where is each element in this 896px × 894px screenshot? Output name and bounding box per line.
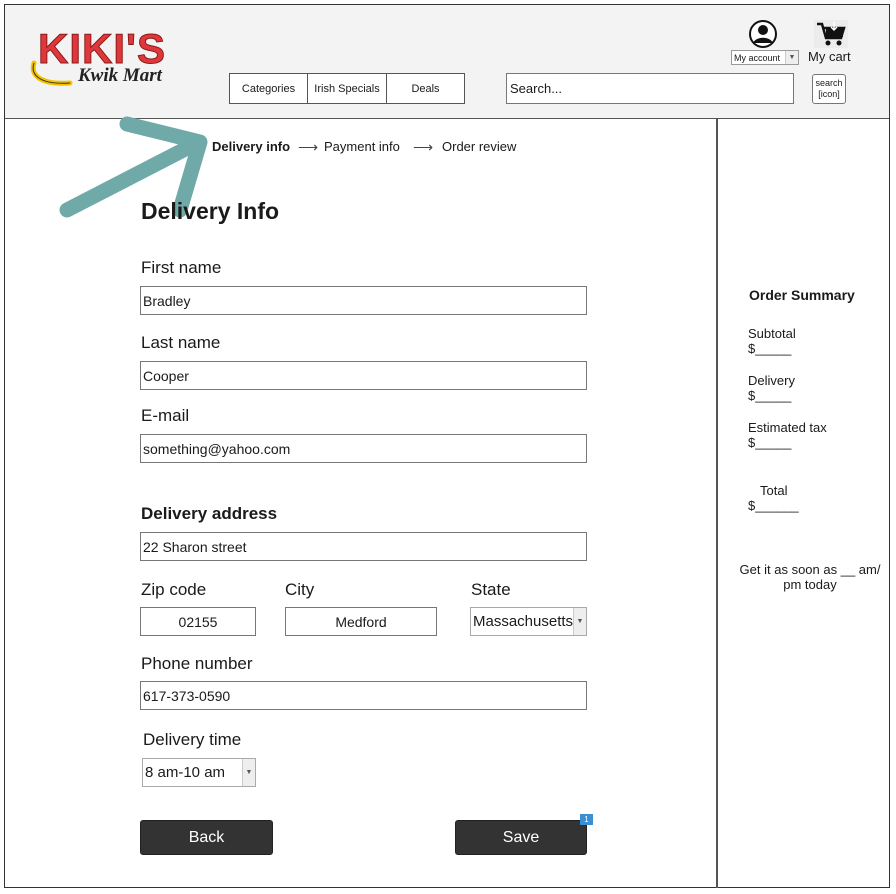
nav-deals[interactable]: Deals bbox=[386, 73, 465, 104]
logo[interactable]: KIKI'S bbox=[37, 27, 166, 70]
tax-value: $_____ bbox=[748, 435, 792, 450]
delivery-fee-value: $_____ bbox=[748, 388, 792, 403]
email-label: E-mail bbox=[141, 406, 190, 425]
total-label: Total bbox=[760, 483, 788, 498]
account-label: My account bbox=[734, 52, 781, 63]
city-label: City bbox=[285, 580, 315, 599]
tax-label: Estimated tax bbox=[748, 420, 827, 435]
page-title: Delivery Info bbox=[141, 198, 280, 224]
delivery-time-label: Delivery time bbox=[143, 730, 242, 749]
search-button[interactable]: search [icon] bbox=[812, 74, 846, 104]
chevron-down-icon: ▼ bbox=[573, 608, 586, 635]
zip-label: Zip code bbox=[141, 580, 207, 599]
search-input[interactable]: Search... bbox=[506, 73, 794, 104]
delivery-time-select[interactable]: 8 am-10 am ▼ bbox=[142, 758, 256, 787]
state-select[interactable]: Massachusetts ▼ bbox=[470, 607, 587, 636]
search-button-label: search bbox=[815, 78, 843, 88]
subtotal-value: $_____ bbox=[748, 341, 792, 356]
subtotal-label: Subtotal bbox=[748, 326, 796, 341]
delivery-address-label: Delivery address bbox=[141, 504, 278, 523]
save-button[interactable]: Save bbox=[455, 820, 587, 855]
arrow-right-icon: ⟶ bbox=[413, 139, 434, 155]
step-order-review[interactable]: Order review bbox=[442, 139, 516, 154]
first-name-field[interactable]: Bradley bbox=[140, 286, 587, 315]
eta-line-2: pm today bbox=[783, 577, 837, 592]
delivery-eta: Get it as soon as __ am/ pm today bbox=[730, 562, 890, 592]
account-icon[interactable] bbox=[748, 20, 778, 49]
delivery-fee-label: Delivery bbox=[748, 373, 795, 388]
delivery-time-value: 8 am-10 am bbox=[145, 764, 226, 781]
chevron-down-icon: ▼ bbox=[785, 51, 798, 64]
email-field[interactable]: something@yahoo.com bbox=[140, 434, 587, 463]
search-button-icon-label: [icon] bbox=[818, 89, 840, 99]
last-name-label: Last name bbox=[141, 333, 221, 352]
zip-field[interactable]: 02155 bbox=[140, 607, 256, 636]
sidebar-divider bbox=[716, 118, 718, 888]
eta-line-1: Get it as soon as __ am/ bbox=[739, 562, 881, 577]
logo-tagline: Kwik Mart bbox=[78, 65, 162, 86]
arrow-right-icon: ⟶ bbox=[298, 139, 319, 155]
total-value: $______ bbox=[748, 498, 799, 513]
step-delivery-info[interactable]: Delivery info bbox=[212, 139, 290, 154]
search-placeholder: Search... bbox=[510, 81, 563, 96]
chevron-down-icon: ▼ bbox=[242, 759, 255, 786]
cart-icon[interactable] bbox=[814, 20, 848, 48]
city-field[interactable]: Medford bbox=[285, 607, 437, 636]
phone-field[interactable]: 617-373-0590 bbox=[140, 681, 587, 710]
last-name-field[interactable]: Cooper bbox=[140, 361, 587, 390]
state-label: State bbox=[471, 580, 511, 599]
nav-irish-specials[interactable]: Irish Specials bbox=[307, 73, 387, 104]
address-field[interactable]: 22 Sharon street bbox=[140, 532, 587, 561]
nav-categories[interactable]: Categories bbox=[229, 73, 308, 104]
cart-label[interactable]: My cart bbox=[808, 49, 851, 64]
save-badge: 1 bbox=[580, 814, 593, 825]
back-button[interactable]: Back bbox=[140, 820, 273, 855]
order-summary-title: Order Summary bbox=[749, 287, 855, 303]
first-name-label: First name bbox=[141, 258, 222, 277]
step-payment-info[interactable]: Payment info bbox=[324, 139, 400, 154]
phone-label: Phone number bbox=[141, 654, 253, 673]
state-value: Massachusetts bbox=[473, 613, 574, 630]
account-dropdown[interactable]: My account ▼ bbox=[731, 50, 799, 65]
